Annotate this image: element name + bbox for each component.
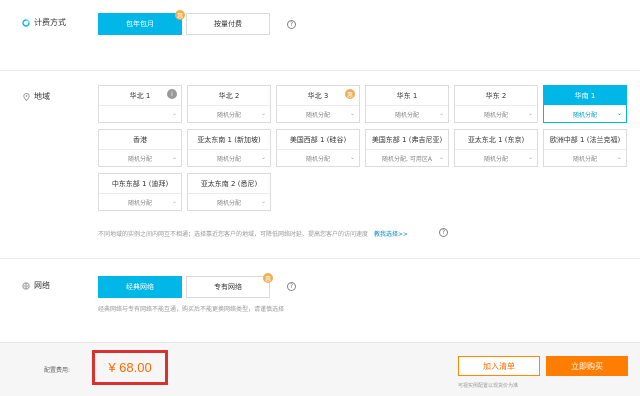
buy-now-button[interactable]: 立即购买: [546, 356, 628, 376]
region-card-huabei-2[interactable]: 华北 2 随机分配 ⌄: [187, 85, 271, 123]
price-value: ¥ 68.00: [108, 360, 152, 375]
zone-select[interactable]: ⌄: [99, 105, 181, 122]
chevron-down-icon: ⌄: [349, 154, 355, 161]
region-help-icon[interactable]: ?: [439, 228, 448, 237]
network-option-vpc[interactable]: 专有网络 惠: [186, 273, 273, 298]
network-note: 经典网络与专有网络不能互通，购买后不能更换网络类型，请谨慎选择: [98, 306, 285, 313]
billing-help-icon[interactable]: ?: [287, 20, 296, 29]
price-display: ¥ 68.00: [92, 350, 168, 385]
billing-section-label: 计费方式: [22, 17, 66, 28]
network-label: 网络: [34, 281, 50, 290]
footer-note: 可视实例配置以现货价为准: [458, 383, 519, 389]
discount-badge-icon: 惠: [263, 273, 273, 283]
zone-select[interactable]: 随机分配, 可用区A ⌄: [366, 149, 448, 166]
region-note: 不同地域的实例之间内网互不相通；选择靠近您客户的地域，可降低网络时延、提高您客户…: [98, 231, 408, 238]
chevron-down-icon: ⌄: [349, 110, 355, 117]
location-pin-icon: [22, 92, 30, 101]
chevron-down-icon: ⌄: [171, 198, 177, 205]
chevron-down-icon: ⌄: [260, 198, 266, 205]
billing-label: 计费方式: [34, 18, 66, 27]
chevron-down-icon: ⌄: [171, 110, 177, 117]
chevron-down-icon: ⌄: [260, 110, 266, 117]
region-section-label: 地域: [22, 91, 50, 102]
region-card-silicon-valley[interactable]: 美国西部 1 (硅谷) 随机分配 ⌄: [276, 129, 360, 167]
zone-select[interactable]: 随机分配 ⌄: [544, 149, 626, 166]
region-card-huabei-1[interactable]: 华北 1 ⌄ i: [98, 85, 182, 123]
chevron-down-icon: ⌄: [616, 154, 622, 161]
region-card-virginia[interactable]: 美国东部 1 (弗吉尼亚) 随机分配, 可用区A ⌄: [365, 129, 449, 167]
divider: [0, 70, 640, 71]
zone-select[interactable]: 随机分配 ⌄: [544, 105, 626, 122]
discount-badge-icon: 惠: [175, 10, 185, 20]
region-card-sydney[interactable]: 亚太东南 2 (悉尼) 随机分配 ⌄: [187, 173, 271, 211]
network-help-icon[interactable]: ?: [287, 282, 296, 291]
chevron-down-icon: ⌄: [616, 110, 622, 117]
zone-select[interactable]: 随机分配 ⌄: [188, 105, 270, 122]
network-option-classic[interactable]: 经典网络: [98, 276, 182, 298]
zone-select[interactable]: 随机分配 ⌄: [455, 105, 537, 122]
billing-option-pay-as-you-go[interactable]: 按量付费: [186, 13, 270, 35]
region-card-frankfurt[interactable]: 欧洲中部 1 (法兰克福) 随机分配 ⌄: [543, 129, 627, 167]
fee-label: 配置费用:: [44, 367, 71, 374]
add-to-list-button[interactable]: 加入清单: [458, 356, 540, 376]
zone-select[interactable]: 随机分配 ⌄: [455, 149, 537, 166]
zone-select[interactable]: 随机分配 ⌄: [277, 105, 359, 122]
region-label: 地域: [34, 92, 50, 101]
billing-icon: [22, 18, 30, 27]
chevron-down-icon: ⌄: [260, 154, 266, 161]
region-card-dubai[interactable]: 中东东部 1 (迪拜) 随机分配 ⌄: [98, 173, 182, 211]
region-card-hongkong[interactable]: 香港 随机分配 ⌄: [98, 129, 182, 167]
zone-select[interactable]: 随机分配 ⌄: [188, 193, 270, 210]
divider: [0, 258, 640, 259]
network-icon: [22, 281, 30, 290]
network-section-label: 网络: [22, 280, 50, 291]
how-to-choose-link[interactable]: 教我选择>>: [374, 231, 408, 238]
zone-select[interactable]: 随机分配 ⌄: [99, 149, 181, 166]
chevron-down-icon: ⌄: [438, 110, 444, 117]
region-card-tokyo[interactable]: 亚太东北 1 (东京) 随机分配 ⌄: [454, 129, 538, 167]
chevron-down-icon: ⌄: [438, 154, 444, 161]
region-card-huadong-2[interactable]: 华东 2 随机分配 ⌄: [454, 85, 538, 123]
zone-select[interactable]: 随机分配 ⌄: [188, 149, 270, 166]
chevron-down-icon: ⌄: [527, 110, 533, 117]
region-card-huanan-1[interactable]: 华南 1 随机分配 ⌄: [543, 85, 627, 123]
region-card-huadong-1[interactable]: 华东 1 随机分配 ⌄: [365, 85, 449, 123]
chevron-down-icon: ⌄: [527, 154, 533, 161]
chevron-down-icon: ⌄: [171, 154, 177, 161]
zone-select[interactable]: 随机分配 ⌄: [99, 193, 181, 210]
info-badge-icon: i: [167, 89, 177, 99]
discount-badge-icon: 惠: [345, 89, 355, 99]
region-card-singapore[interactable]: 亚太东南 1 (新加坡) 随机分配 ⌄: [187, 129, 271, 167]
zone-select[interactable]: 随机分配 ⌄: [277, 149, 359, 166]
zone-select[interactable]: 随机分配 ⌄: [366, 105, 448, 122]
billing-option-subscription[interactable]: 包年包月 惠: [98, 10, 185, 35]
region-card-huabei-3[interactable]: 华北 3 随机分配 ⌄ 惠: [276, 85, 360, 123]
